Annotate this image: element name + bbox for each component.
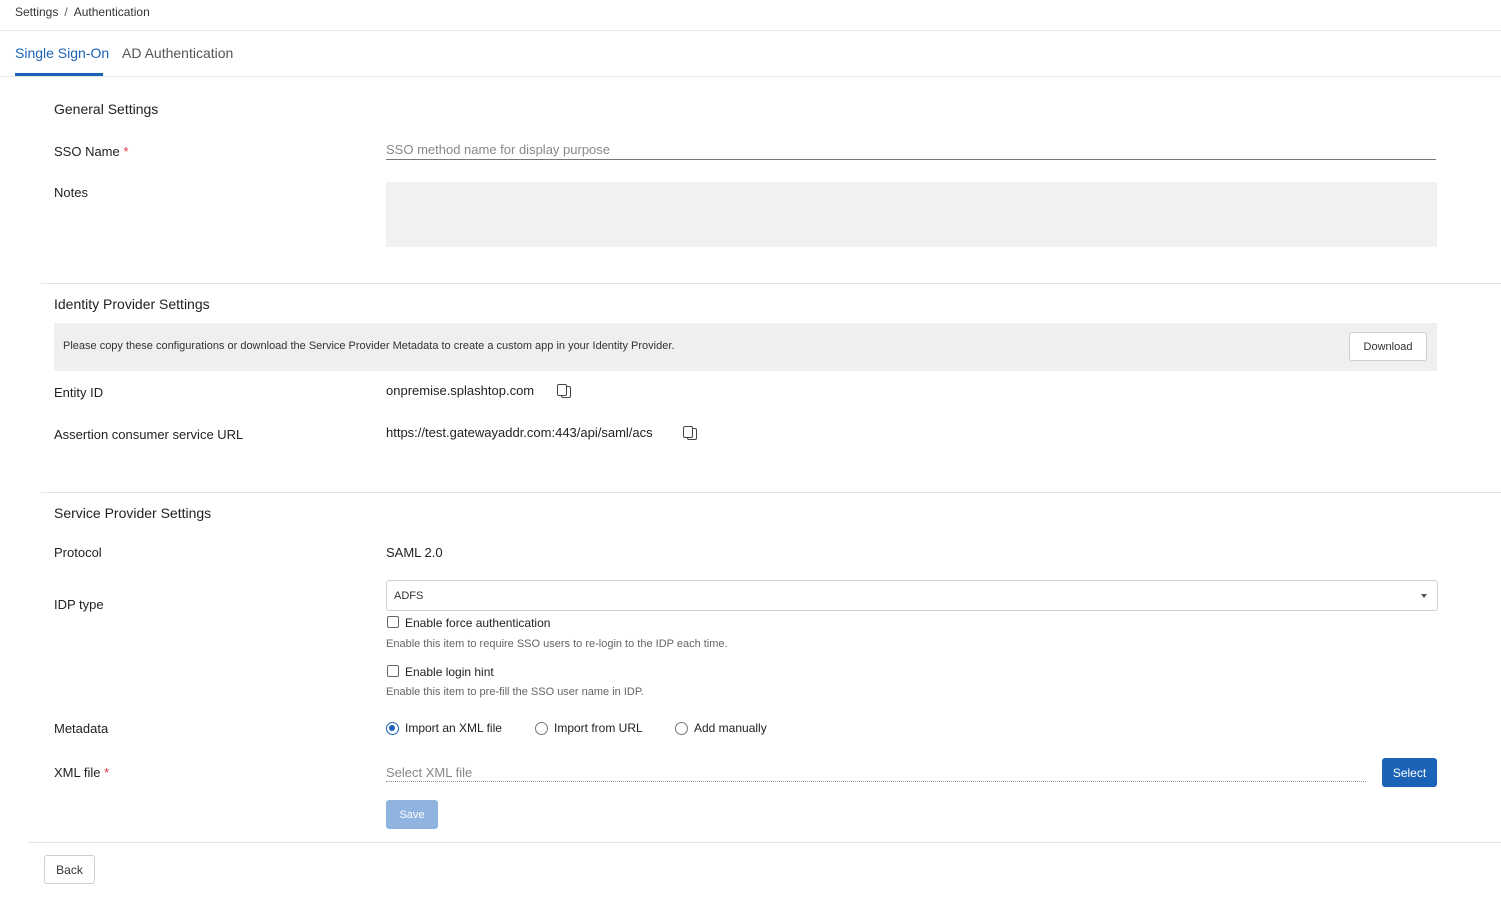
login-hint-label[interactable]: Enable login hint (405, 665, 494, 679)
force-authentication-hint: Enable this item to require SSO users to… (386, 638, 728, 650)
save-button[interactable]: Save (386, 800, 438, 829)
sso-name-label: SSO Name * (54, 144, 129, 159)
metadata-radio-import-url-label[interactable]: Import from URL (554, 721, 643, 735)
breadcrumb-authentication: Authentication (73, 5, 150, 19)
section-divider (41, 492, 1501, 493)
acs-url-label: Assertion consumer service URL (54, 427, 244, 442)
select-xml-button[interactable]: Select (1382, 758, 1437, 787)
breadcrumb: Settings / Authentication (15, 5, 150, 19)
sso-name-input[interactable] (386, 140, 1436, 160)
login-hint-checkbox[interactable] (387, 665, 399, 677)
metadata-radio-add-manually[interactable] (675, 722, 688, 735)
info-banner: Please copy these configurations or down… (54, 323, 1437, 371)
required-mark: * (104, 765, 110, 780)
info-banner-text: Please copy these configurations or down… (63, 340, 675, 352)
download-button[interactable]: Download (1349, 332, 1427, 361)
section-divider (41, 283, 1501, 284)
footer-divider (28, 842, 1501, 843)
caret-down-icon (1421, 594, 1427, 598)
breadcrumb-separator: / (64, 5, 68, 19)
service-provider-settings-title: Service Provider Settings (54, 505, 212, 521)
notes-label: Notes (54, 185, 88, 200)
metadata-label: Metadata (54, 721, 109, 736)
general-settings-title: General Settings (54, 101, 159, 117)
active-tab-indicator (15, 73, 103, 76)
tab-single-sign-on[interactable]: Single Sign-On (15, 45, 109, 61)
entity-id-label: Entity ID (54, 385, 104, 400)
tab-ad-authentication[interactable]: AD Authentication (122, 45, 233, 61)
notes-textarea[interactable] (386, 182, 1437, 247)
metadata-radio-import-xml[interactable] (386, 722, 399, 735)
entity-id-value: onpremise.splashtop.com (386, 383, 535, 398)
force-authentication-checkbox[interactable] (387, 616, 399, 628)
force-authentication-label[interactable]: Enable force authentication (405, 616, 550, 630)
acs-url-value: https://test.gatewayaddr.com:443/api/sam… (386, 425, 653, 440)
breadcrumb-settings[interactable]: Settings (15, 5, 58, 19)
metadata-radio-import-xml-label[interactable]: Import an XML file (405, 721, 502, 735)
identity-provider-settings-title: Identity Provider Settings (54, 296, 210, 312)
xml-file-input[interactable] (386, 764, 1366, 782)
login-hint-hint: Enable this item to pre-fill the SSO use… (386, 686, 644, 698)
copy-icon[interactable] (682, 426, 698, 442)
protocol-value: SAML 2.0 (386, 545, 443, 560)
metadata-radio-import-url[interactable] (535, 722, 548, 735)
protocol-label: Protocol (54, 545, 102, 560)
metadata-radio-add-manually-label[interactable]: Add manually (694, 721, 767, 735)
idp-type-select[interactable]: ADFS (386, 580, 1438, 611)
xml-file-label: XML file * (54, 765, 110, 780)
required-mark: * (123, 144, 129, 159)
idp-type-label: IDP type (54, 597, 104, 612)
back-button[interactable]: Back (44, 855, 95, 884)
tab-bar: Single Sign-On AD Authentication (0, 31, 1501, 77)
copy-icon[interactable] (556, 384, 572, 400)
idp-type-selected-value: ADFS (394, 590, 424, 602)
